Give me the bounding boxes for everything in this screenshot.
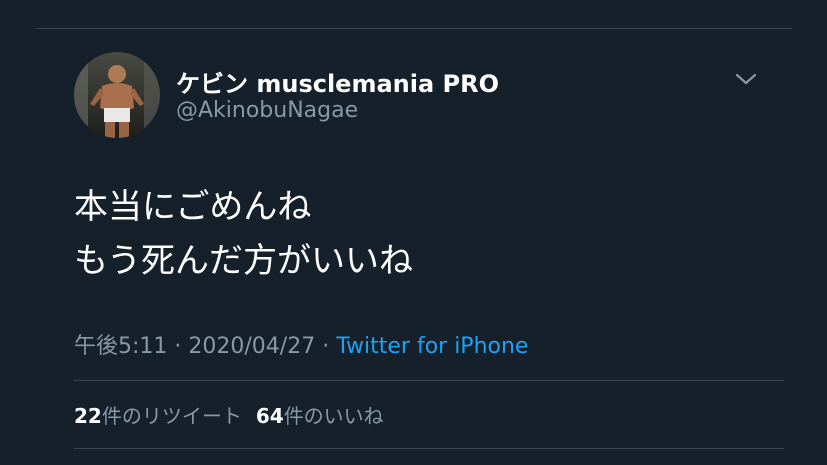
- meta-separator: ·: [174, 334, 182, 359]
- divider: [74, 448, 784, 449]
- tweet-text-line: 本当にごめんね: [74, 187, 312, 227]
- tweet-text: 本当にごめんね もう死んだ方がいいね: [74, 180, 413, 288]
- tweet-metadata: 午後5:11 · 2020/04/27 · Twitter for iPhone: [74, 328, 528, 360]
- tweet-detail-view: ケビン musclemania PRO @AkinobuNagae 本当にごめん…: [0, 0, 827, 465]
- user-handle[interactable]: @AkinobuNagae: [176, 98, 358, 123]
- tweet-stats: 22件のリツイート 64件のいいね: [74, 400, 384, 429]
- tweet-text-line: もう死んだ方がいいね: [74, 241, 413, 281]
- chevron-down-icon[interactable]: [734, 70, 758, 88]
- tweet-date[interactable]: 2020/04/27: [188, 334, 315, 359]
- tweet-source-link[interactable]: Twitter for iPhone: [336, 334, 528, 359]
- avatar[interactable]: [74, 52, 160, 138]
- top-divider: [36, 28, 792, 29]
- retweet-count-link[interactable]: 22件のリツイート: [74, 404, 242, 428]
- display-name[interactable]: ケビン musclemania PRO: [176, 64, 499, 99]
- meta-separator: ·: [322, 334, 330, 359]
- retweet-count: 22: [74, 404, 102, 428]
- avatar-image: [74, 52, 160, 138]
- like-label: 件のいいね: [283, 404, 384, 428]
- retweet-label: 件のリツイート: [101, 404, 242, 428]
- divider: [74, 380, 784, 381]
- tweet-time[interactable]: 午後5:11: [74, 334, 167, 359]
- like-count: 64: [255, 404, 284, 428]
- like-count-link[interactable]: 64件のいいね: [256, 404, 384, 428]
